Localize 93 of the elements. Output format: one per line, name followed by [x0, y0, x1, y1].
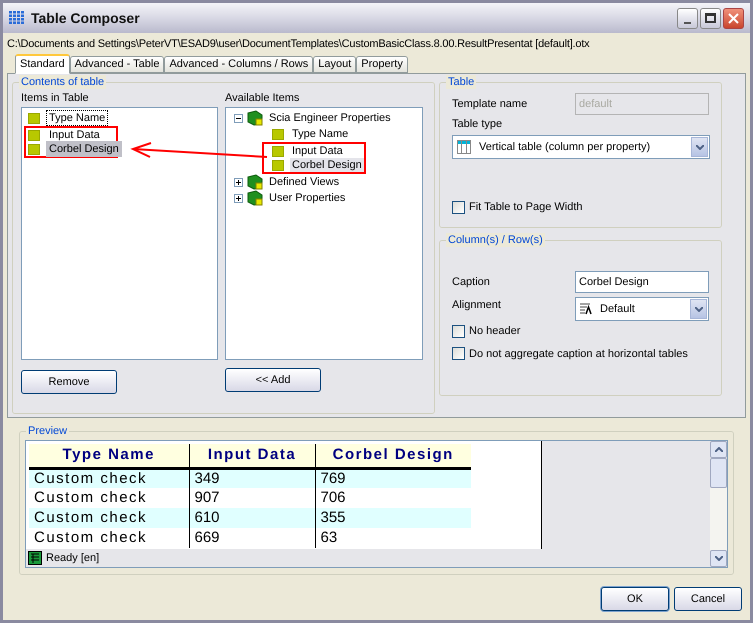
select-value: Vertical table (column per property): [479, 140, 652, 155]
plus-icon: [236, 196, 241, 200]
dropdown-button[interactable]: [691, 137, 708, 157]
table-type-select[interactable]: Vertical table (column per property): [452, 135, 710, 159]
field-label: Alignment: [452, 298, 501, 313]
group-title: Contents of table: [19, 75, 106, 89]
available-tree[interactable]: Scia Engineer Properties Type Name Input Data Corbel Design Defined Views User Properties: [225, 107, 423, 360]
tab[interactable]: Advanced - Table: [70, 56, 164, 73]
table-cell: Custom check: [29, 468, 189, 488]
property-icon: [272, 128, 284, 140]
property-icon: [28, 130, 40, 140]
checkbox-label[interactable]: Fit Table to Page Width: [469, 199, 583, 216]
caption-field[interactable]: Corbel Design: [575, 271, 709, 293]
caret-icon: [696, 144, 704, 150]
tab[interactable]: Layout: [313, 56, 356, 73]
table-cell: 706: [315, 488, 471, 508]
dialog-button[interactable]: Cancel: [674, 587, 742, 611]
items-list[interactable]: Type Name Input Data Corbel Design: [21, 107, 218, 360]
column-header: Input Data: [189, 444, 315, 468]
scroll-up-button[interactable]: [710, 441, 727, 458]
field-label: Table type: [452, 117, 504, 131]
table-cell: 610: [189, 508, 315, 528]
list-item[interactable]: Type Name: [46, 110, 108, 126]
caret-icon: [694, 306, 702, 312]
plus-icon: [236, 180, 241, 184]
checkbox-label[interactable]: No header: [469, 323, 520, 340]
tree-item[interactable]: Input Data: [290, 144, 345, 158]
table-cell: 349: [189, 468, 315, 488]
dropdown-button[interactable]: [690, 299, 707, 319]
checkbox[interactable]: [452, 200, 465, 214]
maximize-button[interactable]: [700, 8, 721, 28]
table-cell: 769: [315, 468, 471, 488]
column-header: Type Name: [29, 444, 189, 468]
table-icon: [457, 140, 471, 154]
property-icon: [28, 112, 40, 124]
tab[interactable]: Property: [356, 56, 408, 73]
scrollbar[interactable]: [710, 441, 727, 567]
tree-item[interactable]: Scia Engineer Properties: [267, 111, 393, 125]
tree-item[interactable]: User Properties: [267, 191, 348, 205]
folder-icon: [247, 190, 263, 206]
field-label: Template name: [452, 96, 528, 112]
grid-icon: [9, 11, 25, 25]
dialog-button[interactable]: OK: [601, 587, 669, 611]
list-label: Available Items: [225, 91, 300, 105]
file-path: C:\Documents and Settings\PeterVT\ESAD9\user\DocumentTemplates\CustomBasicClass.8.00.ResultPresentat [default].otx: [7, 37, 590, 51]
scroll-down-button[interactable]: [710, 550, 727, 567]
table-cell: 355: [315, 508, 471, 528]
property-icon: [272, 146, 284, 156]
minimize-button[interactable]: [677, 8, 698, 28]
table-cell: Custom check: [29, 508, 189, 528]
checkbox[interactable]: [452, 347, 465, 360]
table-cell: Custom check: [29, 528, 189, 548]
tab[interactable]: Advanced - Columns / Rows: [164, 56, 314, 73]
alignment-select[interactable]: Default: [575, 297, 709, 321]
column-header: Corbel Design: [315, 444, 471, 468]
table-cell: Custom check: [29, 488, 189, 508]
folder-icon: [247, 110, 263, 126]
close-button[interactable]: [723, 8, 744, 28]
table-cell: 907: [189, 488, 315, 508]
maximize-icon: [705, 13, 716, 23]
group-title: Table: [446, 75, 476, 89]
tab[interactable]: Standard: [15, 54, 70, 74]
add-button[interactable]: << Add: [225, 368, 321, 392]
caret-icon: [714, 556, 722, 561]
up-caret-icon: [714, 447, 722, 452]
tree-item[interactable]: Corbel Design: [290, 158, 364, 172]
collapse-toggle[interactable]: [234, 114, 243, 122]
tree-item[interactable]: Defined Views: [267, 175, 342, 189]
tree-item[interactable]: Type Name: [290, 127, 350, 141]
folder-icon: [247, 174, 263, 190]
scroll-thumb[interactable]: [710, 458, 727, 488]
minus-icon: [236, 116, 241, 120]
select-value: Default: [600, 302, 636, 317]
property-icon: [28, 144, 40, 154]
close-icon: [728, 12, 739, 24]
list-item[interactable]: Input Data: [46, 127, 103, 143]
field-label: Caption: [452, 274, 490, 290]
expand-toggle[interactable]: [234, 178, 243, 186]
remove-button[interactable]: Remove: [21, 370, 117, 394]
window-title: Table Composer: [31, 8, 140, 28]
minimize-icon: [684, 22, 691, 24]
checkbox[interactable]: [452, 324, 465, 338]
group-title: Column(s) / Row(s): [446, 233, 545, 247]
document-icon: [28, 551, 42, 565]
text-align-icon: [580, 303, 592, 315]
table-cell: 63: [315, 528, 471, 548]
expand-toggle[interactable]: [234, 194, 243, 202]
status-text: Ready [en]: [46, 550, 100, 566]
table-cell: 669: [189, 528, 315, 548]
list-label: Items in Table: [21, 91, 90, 105]
checkbox-label[interactable]: Do not aggregate caption at horizontal tables: [469, 346, 688, 362]
list-item[interactable]: Corbel Design: [46, 141, 122, 157]
property-icon: [272, 160, 284, 170]
